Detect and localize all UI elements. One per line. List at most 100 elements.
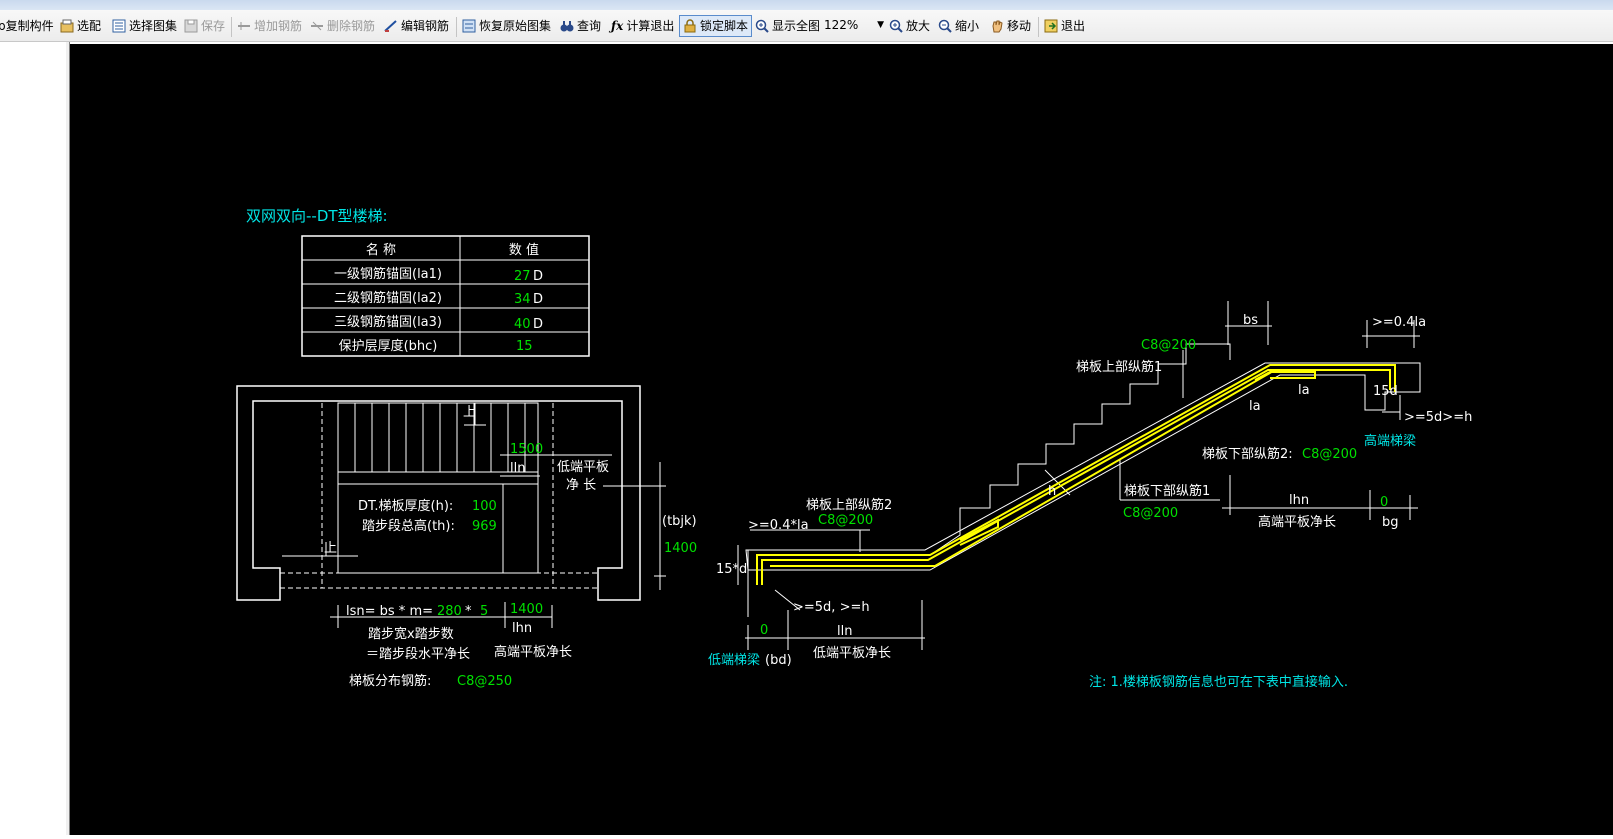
zoom-out-icon	[938, 19, 952, 33]
zoom-fit-icon	[755, 19, 769, 33]
plan-lhn-label: lhn	[512, 621, 532, 636]
select-atlas-icon	[112, 19, 126, 33]
lower-long-rebar-1-value[interactable]: C8@200	[1123, 506, 1178, 521]
plan-1500-value[interactable]: 1500	[510, 442, 543, 457]
show-all-label: 显示全图	[772, 19, 821, 33]
table-row-unit: D	[533, 317, 543, 332]
select-atlas-label: 选择图集	[129, 19, 178, 33]
lock-icon	[684, 19, 696, 33]
toolbar-separator	[456, 17, 457, 37]
table-row-unit: D	[533, 292, 543, 307]
distribution-rebar-value[interactable]: C8@250	[457, 674, 512, 689]
lsn-m-value[interactable]: 5	[480, 604, 488, 619]
toolbar-separator	[1038, 17, 1039, 37]
table-row-value[interactable]: 40	[514, 317, 531, 332]
lsn-bs-value[interactable]: 280	[437, 604, 462, 619]
save-icon	[184, 19, 198, 33]
height-value[interactable]: 969	[472, 519, 497, 534]
high-platform-net-label: 高端平板净长	[1258, 514, 1336, 530]
bd-label: (bd)	[765, 653, 792, 668]
la-label: la	[1249, 399, 1261, 414]
plan-up-label: 上	[324, 541, 337, 556]
calc-exit-button[interactable]: ƒx 计算退出	[611, 16, 674, 36]
zoom-select[interactable]: 122% ▼	[824, 16, 884, 34]
function-icon: ƒx	[611, 19, 624, 33]
zoom-in-label: 放大	[906, 19, 931, 33]
toolbar-separator	[231, 17, 232, 37]
plan-low-platform-label: 净 长	[566, 478, 596, 493]
show-all-button[interactable]: 显示全图	[755, 16, 820, 36]
left-panel	[0, 42, 67, 835]
height-label: 踏步段总高(th):	[362, 518, 455, 534]
tbjk-label: (tbjk)	[662, 514, 697, 529]
table-row-value[interactable]: 27	[514, 269, 531, 284]
hand-icon	[992, 20, 1003, 33]
step-desc-label: 踏步宽x踏步数	[368, 626, 454, 642]
drawing-title: 双网双向--DT型楼梯:	[246, 207, 388, 225]
upper-long-rebar-1-value[interactable]: C8@200	[1141, 338, 1196, 353]
zoom-out-button[interactable]: 缩小	[938, 16, 979, 36]
table-row-name: 二级钢筋锚固(la2)	[334, 290, 442, 306]
step-desc-label: ＝踏步段水平净长	[366, 647, 470, 662]
add-rebar-label: 增加钢筋	[254, 19, 303, 33]
low-platform-net-label: 低端平板净长	[813, 646, 891, 661]
delete-rebar-label: 删除钢筋	[327, 19, 376, 33]
query-button[interactable]: 查询	[560, 16, 601, 36]
anchor-5d-left-label: >=5d, >=h	[793, 600, 870, 615]
high-beam-label: 高端梯梁	[1364, 433, 1416, 449]
binoculars-icon	[560, 21, 574, 32]
zoom-out-label: 缩小	[955, 19, 980, 33]
move-button[interactable]: 移动	[990, 16, 1031, 36]
thickness-value[interactable]: 100	[472, 499, 497, 514]
thickness-label: DT.梯板厚度(h):	[358, 498, 453, 514]
add-rebar-button[interactable]: 增加钢筋	[237, 16, 302, 36]
plan-low-platform-label: 低端平板	[557, 460, 609, 475]
upper-long-rebar-1-label: 梯板上部纵筋1	[1076, 359, 1162, 375]
lower-long-rebar-1-label: 梯板下部纵筋1	[1124, 483, 1210, 499]
match-button[interactable]: 选配	[60, 16, 101, 36]
rebar-lines	[756, 364, 1396, 585]
stair-drawing: 名 称 数 值 一级钢筋锚固(la1) 二级钢筋锚固(la2) 三级钢筋锚固(l…	[236, 207, 1472, 690]
bg-label: bg	[1382, 515, 1399, 530]
edit-rebar-label: 编辑钢筋	[401, 19, 450, 33]
lsn-label: lsn= bs * m=	[346, 604, 433, 619]
low-beam-label: 低端梯梁	[708, 653, 760, 668]
drawing-canvas[interactable]: 名 称 数 值 一级钢筋锚固(la1) 二级钢筋锚固(la2) 三级钢筋锚固(l…	[70, 44, 1613, 835]
save-button[interactable]: 保存	[184, 16, 225, 36]
lock-script-button[interactable]: 锁定脚本	[679, 15, 753, 37]
restore-atlas-button[interactable]: 恢复原始图集	[462, 16, 551, 36]
delete-rebar-button[interactable]: 删除钢筋	[310, 16, 375, 36]
hook-15d-label: 15d	[1373, 384, 1398, 399]
edit-rebar-button[interactable]: 编辑钢筋	[384, 16, 449, 36]
bd-value[interactable]: 0	[760, 623, 768, 638]
exit-button[interactable]: 退出	[1044, 16, 1085, 36]
table-header-value: 数 值	[509, 242, 539, 258]
table-row-value[interactable]: 15	[516, 339, 533, 354]
bg-value[interactable]: 0	[1380, 495, 1388, 510]
plan-high-platform-label: 高端平板净长	[494, 644, 572, 660]
window-title-bar	[0, 0, 1613, 10]
plan-1400-side-value[interactable]: 1400	[664, 541, 697, 556]
table-header-name: 名 称	[366, 242, 396, 258]
zoom-in-button[interactable]: 放大	[889, 16, 930, 36]
upper-long-rebar-2-label: 梯板上部纵筋2	[806, 497, 892, 513]
exit-label: 退出	[1061, 19, 1086, 33]
select-atlas-button[interactable]: 选择图集	[112, 16, 177, 36]
anchor-04la-left-label: >=0.4*la	[748, 518, 809, 533]
plan-1400-bottom-value[interactable]: 1400	[510, 602, 543, 617]
lln-label: lln	[837, 624, 852, 639]
table-row-name: 一级钢筋锚固(la1)	[334, 266, 442, 282]
restore-atlas-label: 恢复原始图集	[479, 19, 552, 33]
copy-component-button[interactable]: ɒ复制构件	[0, 16, 54, 36]
lock-script-label: 锁定脚本	[700, 19, 749, 33]
zoom-in-icon	[889, 19, 903, 33]
lower-long-rebar-2-value[interactable]: C8@200	[1302, 447, 1357, 462]
distribution-rebar-label: 梯板分布钢筋:	[349, 673, 431, 689]
table-row-unit: D	[533, 269, 543, 284]
la-label: la	[1298, 383, 1310, 398]
chevron-down-icon[interactable]: ▼	[877, 16, 884, 34]
upper-long-rebar-2-value[interactable]: C8@200	[818, 513, 873, 528]
table-row-value[interactable]: 34	[514, 292, 531, 307]
toolbar: ɒ复制构件 选配 选择图集 保存 增加钢筋 删除钢筋 编辑钢筋 恢复原始图集 查…	[0, 10, 1613, 42]
table-row-name: 三级钢筋锚固(la3)	[334, 314, 442, 330]
